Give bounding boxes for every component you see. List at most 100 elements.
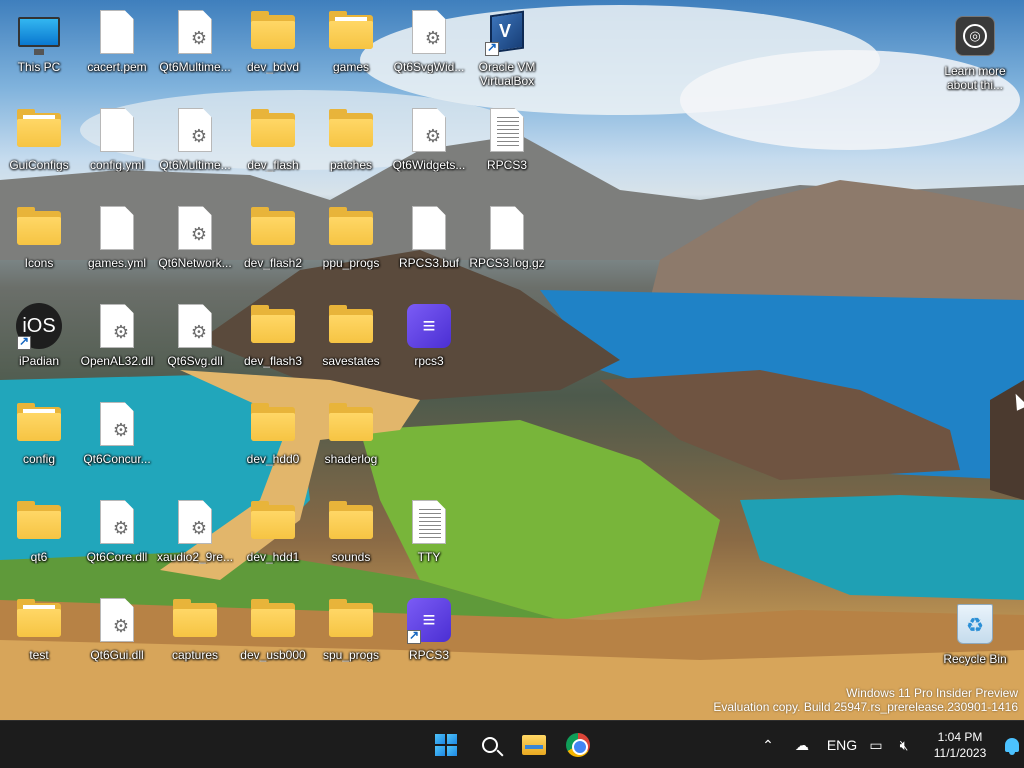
desktop-icon-label: xaudio2_9re... — [156, 550, 234, 564]
desktop-icon-label: Qt6Multime... — [159, 60, 231, 74]
desktop-icon-sounds[interactable]: sounds — [312, 492, 390, 588]
desktop-icon-dev-hdd1[interactable]: dev_hdd1 — [234, 492, 312, 588]
desktop-icon-icons[interactable]: Icons — [0, 198, 78, 294]
onedrive-button[interactable]: ☁ — [788, 731, 816, 759]
desktop-icon-rpcs3-buf[interactable]: RPCS3.buf — [390, 198, 468, 294]
desktop-icon-guiconfigs[interactable]: GuiConfigs — [0, 100, 78, 196]
desktop-icon-savestates[interactable]: savestates — [312, 296, 390, 392]
settings-file-icon: ⚙ — [405, 106, 453, 154]
desktop-icon-rpcs3-log-gz[interactable]: RPCS3.log.gz — [468, 198, 546, 294]
taskbar: ⌃ ☁ ENG ▭ 🔇︎ 1:04 PM 11/1/2023 — [0, 720, 1024, 768]
learn-more-label: Learn more about thi... — [944, 64, 1006, 92]
folder-icon — [327, 400, 375, 448]
clock-date: 11/1/2023 — [933, 746, 987, 760]
desktop-icon-qt6[interactable]: qt6 — [0, 492, 78, 588]
desktop-icon-config-yml[interactable]: config.yml — [78, 100, 156, 196]
file-explorer-button[interactable] — [516, 727, 552, 763]
desktop-icon-openal32-dll[interactable]: ⚙ OpenAL32.dll — [78, 296, 156, 392]
desktop-icon-label: Qt6Widgets... — [392, 158, 466, 172]
desktop-icon-test[interactable]: test — [0, 590, 78, 686]
desktop-icon-qt6network[interactable]: ⚙ Qt6Network... — [156, 198, 234, 294]
chrome-icon — [566, 733, 590, 757]
recycle-bin-icon — [951, 600, 999, 648]
desktop-icon-spu-progs[interactable]: spu_progs — [312, 590, 390, 686]
volume-button[interactable]: 🔇︎ — [890, 731, 918, 759]
desktop-icon-rpcs3[interactable]: RPCS3 — [468, 100, 546, 196]
desktop-icon-patches[interactable]: patches — [312, 100, 390, 196]
desktop-icon-label: dev_flash — [247, 158, 299, 172]
desktop-icon-label: ppu_progs — [322, 256, 380, 270]
desktop-icon-label: rpcs3 — [414, 354, 444, 368]
desktop-icon-cacert-pem[interactable]: cacert.pem — [78, 2, 156, 98]
desktop-icon-dev-flash3[interactable]: dev_flash3 — [234, 296, 312, 392]
chrome-button[interactable] — [560, 727, 596, 763]
desktop-icon-label: RPCS3 — [486, 158, 527, 172]
folder-icon — [327, 302, 375, 350]
desktop-icon-dev-bdvd[interactable]: dev_bdvd — [234, 2, 312, 98]
desktop-icon-label: config — [22, 452, 56, 466]
file-icon — [93, 106, 141, 154]
start-button[interactable] — [428, 727, 464, 763]
desktop-icon-captures[interactable]: captures — [156, 590, 234, 686]
folder-icon — [249, 204, 297, 252]
windows-watermark: Windows 11 Pro Insider Preview Evaluatio… — [713, 686, 1018, 714]
folder-icon — [249, 596, 297, 644]
file-icon — [483, 204, 531, 252]
network-button[interactable]: ▭ — [862, 731, 890, 759]
desktop-icon-dev-flash2[interactable]: dev_flash2 — [234, 198, 312, 294]
desktop-icon-qt6core-dll[interactable]: ⚙ Qt6Core.dll — [78, 492, 156, 588]
settings-file-icon: ⚙ — [171, 8, 219, 56]
file-icon — [405, 204, 453, 252]
desktop-icon-label: RPCS3.log.gz — [469, 256, 545, 270]
desktop-icon-label: cacert.pem — [87, 60, 147, 74]
desktop-icon-qt6svg-dll[interactable]: ⚙ Qt6Svg.dll — [156, 296, 234, 392]
desktop-icon-rpcs3[interactable]: ≡ rpcs3 — [390, 296, 468, 392]
desktop-icon-xaudio2-9re[interactable]: ⚙ xaudio2_9re... — [156, 492, 234, 588]
desktop-icon-ipadian[interactable]: iOS iPadian — [0, 296, 78, 392]
desktop-icon-label: GuiConfigs — [9, 158, 69, 172]
desktop-icon-qt6multime[interactable]: ⚙ Qt6Multime... — [156, 100, 234, 196]
desktop-icon-oracle-vm-virtualbox[interactable]: V Oracle VM VirtualBox — [468, 2, 546, 98]
desktop-icon-rpcs3[interactable]: ≡ RPCS3 — [390, 590, 468, 686]
desktop-icon-games-yml[interactable]: games.yml — [78, 198, 156, 294]
desktop-icon-config[interactable]: config — [0, 394, 78, 490]
desktop-icon-qt6gui-dll[interactable]: ⚙ Qt6Gui.dll — [78, 590, 156, 686]
folder-icon — [15, 204, 63, 252]
desktop-icon-label: shaderlog — [324, 452, 378, 466]
desktop-icon-label: config.yml — [89, 158, 145, 172]
desktop-icon-shaderlog[interactable]: shaderlog — [312, 394, 390, 490]
desktop-icon-dev-hdd0[interactable]: dev_hdd0 — [234, 394, 312, 490]
desktop-icon-dev-flash[interactable]: dev_flash — [234, 100, 312, 196]
desktop-icon-qt6widgets[interactable]: ⚙ Qt6Widgets... — [390, 100, 468, 196]
notifications-button[interactable] — [998, 731, 1024, 759]
desktop-icon-games[interactable]: games — [312, 2, 390, 98]
desktop-icon-tty[interactable]: TTY — [390, 492, 468, 588]
search-button[interactable] — [472, 727, 508, 763]
desktop-icon-qt6concur[interactable]: ⚙ Qt6Concur... — [78, 394, 156, 490]
folder-with-documents-icon — [15, 106, 63, 154]
computer-icon — [15, 8, 63, 56]
desktop-icon-dev-usb000[interactable]: dev_usb000 — [234, 590, 312, 686]
folder-icon — [249, 302, 297, 350]
folder-icon — [249, 498, 297, 546]
folder-icon — [171, 596, 219, 644]
desktop-icon-label: Qt6Gui.dll — [90, 648, 144, 662]
show-hidden-icons-button[interactable]: ⌃ — [754, 731, 782, 759]
desktop-icon-qt6svgwid[interactable]: ⚙ Qt6SvgWid... — [390, 2, 468, 98]
settings-file-icon: ⚙ — [93, 400, 141, 448]
settings-file-icon: ⚙ — [171, 204, 219, 252]
desktop-icon-label: dev_flash2 — [243, 256, 303, 270]
desktop-icon-ppu-progs[interactable]: ppu_progs — [312, 198, 390, 294]
language-label: ENG — [826, 737, 858, 753]
desktop-icon-this-pc[interactable]: This PC — [0, 2, 78, 98]
clock[interactable]: 1:04 PM 11/1/2023 — [928, 729, 992, 761]
desktop-icon-label: qt6 — [30, 550, 48, 564]
desktop-icon-qt6multime[interactable]: ⚙ Qt6Multime... — [156, 2, 234, 98]
learn-more-icon[interactable]: ◎ Learn more about thi... — [936, 6, 1014, 102]
desktop-icon-label: dev_bdvd — [246, 60, 300, 74]
rpcs3-icon: ≡ — [405, 302, 453, 350]
desktop-icon-label: Qt6Network... — [158, 256, 232, 270]
language-indicator[interactable]: ENG — [826, 731, 858, 759]
folder-icon — [327, 596, 375, 644]
recycle-bin[interactable]: Recycle Bin — [936, 594, 1014, 690]
